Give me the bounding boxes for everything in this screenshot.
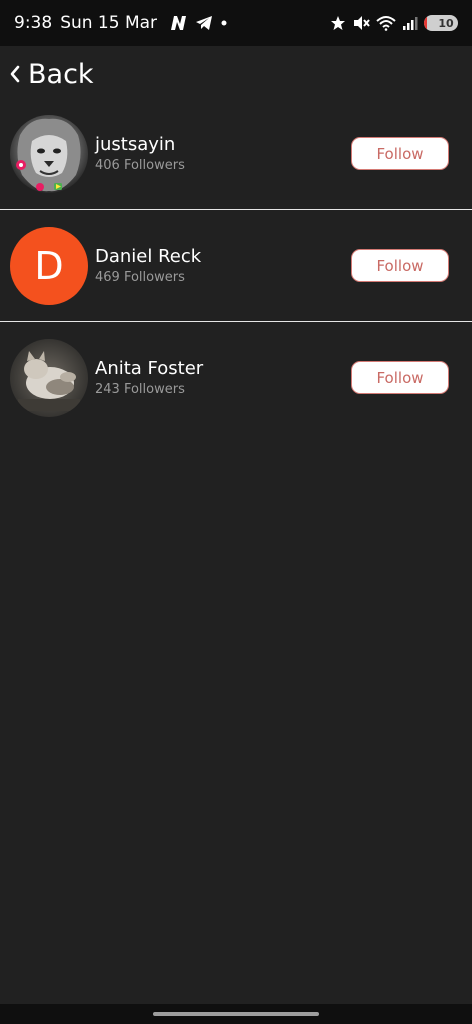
signal-icon: [403, 17, 418, 30]
battery-icon: 10: [424, 15, 458, 31]
user-row[interactable]: D Daniel Reck 469 Followers Follow: [0, 210, 472, 321]
mute-icon: [354, 16, 370, 30]
follow-button[interactable]: Follow: [351, 249, 449, 282]
status-left: 9:38 Sun 15 Mar: [14, 13, 229, 33]
back-label: Back: [28, 58, 94, 90]
user-name: Daniel Reck: [95, 246, 202, 267]
avatar-letter: D: [34, 243, 64, 288]
status-time: 9:38: [14, 13, 53, 33]
telegram-icon: [196, 16, 213, 30]
netflix-n-icon: [171, 16, 187, 30]
status-bar: 9:38 Sun 15 Mar 10: [0, 0, 472, 46]
battery-level: 10: [438, 16, 454, 30]
avatar[interactable]: [10, 114, 88, 193]
wifi-icon: [376, 16, 396, 31]
status-right: 10: [330, 15, 458, 31]
follow-button[interactable]: Follow: [351, 361, 449, 394]
user-name: justsayin: [95, 134, 176, 155]
user-followers: 243 Followers: [95, 382, 185, 397]
header: Back: [0, 46, 472, 102]
home-indicator[interactable]: [153, 1012, 319, 1016]
avatar[interactable]: D: [10, 226, 88, 305]
user-followers: 469 Followers: [95, 270, 185, 285]
star-icon: [331, 16, 345, 30]
user-row[interactable]: Anita Foster 243 Followers Follow: [0, 322, 472, 433]
status-app-icons: [169, 15, 229, 31]
lion-photo: [10, 114, 88, 193]
cat-photo: [10, 338, 88, 417]
avatar[interactable]: [10, 338, 88, 417]
user-name: Anita Foster: [95, 358, 204, 379]
navigation-bar: [0, 1004, 472, 1024]
status-date: Sun 15 Mar: [60, 13, 158, 33]
user-info: justsayin 406 Followers: [95, 133, 185, 174]
user-info: Daniel Reck 469 Followers: [95, 245, 201, 286]
chevron-left-icon: [10, 65, 20, 83]
user-list: justsayin 406 Followers Follow D Daniel …: [0, 98, 472, 433]
back-button[interactable]: Back: [8, 59, 94, 90]
user-row[interactable]: justsayin 406 Followers Follow: [0, 98, 472, 209]
battery-fill: [424, 15, 428, 31]
follow-button[interactable]: Follow: [351, 137, 449, 170]
user-info: Anita Foster 243 Followers: [95, 357, 203, 398]
screen: 9:38 Sun 15 Mar 10 Back justsayin 406 Fo…: [0, 0, 472, 1024]
dot-icon: [221, 20, 227, 26]
user-followers: 406 Followers: [95, 158, 185, 173]
